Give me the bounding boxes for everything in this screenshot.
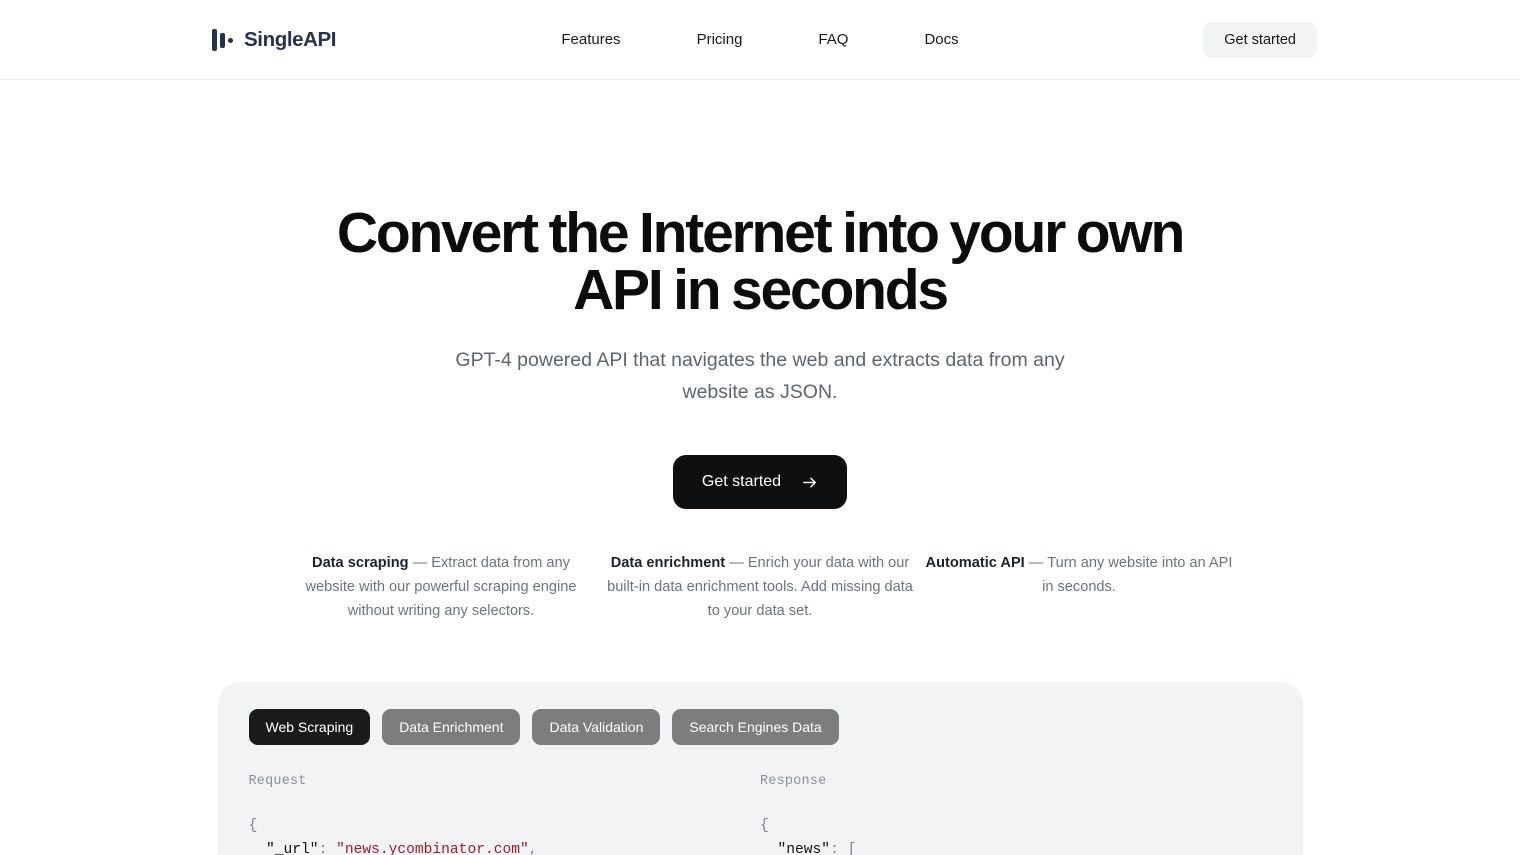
response-code: { "news": [ { "title": "The 2022 State o… bbox=[760, 817, 857, 855]
nav-item-pricing[interactable]: Pricing bbox=[697, 23, 743, 56]
response-label: Response bbox=[760, 773, 827, 789]
hero-section: Convert the Internet into your own API i… bbox=[0, 80, 1520, 510]
tab-web-scraping[interactable]: Web Scraping bbox=[248, 708, 371, 745]
nav-item-docs[interactable]: Docs bbox=[924, 23, 958, 56]
demo-tabs: Web Scraping Data Enrichment Data Valida… bbox=[248, 708, 1272, 745]
tab-data-enrichment[interactable]: Data Enrichment bbox=[382, 708, 521, 745]
feature-blurbs: Data scraping — Extract data from any we… bbox=[0, 552, 1520, 624]
arrow-right-icon bbox=[801, 474, 818, 491]
request-code: { "_url": "news.ycombinator.com", "news"… bbox=[248, 817, 538, 855]
header-get-started-button[interactable]: Get started bbox=[1203, 21, 1317, 58]
nav-item-features[interactable]: Features bbox=[561, 23, 620, 56]
feature-dash: — bbox=[1024, 555, 1048, 572]
hero-title: Convert the Internet into your own API i… bbox=[336, 201, 1185, 322]
hero-subtitle: GPT-4 powered API that navigates the web… bbox=[455, 349, 1065, 403]
feature-dash: — bbox=[408, 555, 432, 572]
request-label: Request bbox=[248, 773, 307, 789]
nav-item-faq[interactable]: FAQ bbox=[818, 23, 848, 56]
feature-title: Data enrichment bbox=[610, 555, 726, 572]
feature-data-enrichment: Data enrichment — Enrich your data with … bbox=[606, 552, 915, 624]
request-column: Request { "_url": "news.ycombinator.com"… bbox=[249, 774, 761, 855]
hero-get-started-button[interactable]: Get started bbox=[672, 455, 848, 510]
tab-data-validation[interactable]: Data Validation bbox=[532, 708, 661, 745]
site-header: SingleAPI Features Pricing FAQ Docs Get … bbox=[0, 0, 1520, 80]
code-columns: Request { "_url": "news.ycombinator.com"… bbox=[249, 774, 1272, 855]
hero-cta-label: Get started bbox=[701, 473, 782, 491]
feature-title: Data scraping bbox=[312, 555, 409, 572]
tab-search-engines-data[interactable]: Search Engines Data bbox=[672, 708, 839, 745]
page-main: Convert the Internet into your own API i… bbox=[0, 80, 1520, 855]
feature-automatic-api: Automatic API — Turn any website into an… bbox=[925, 552, 1234, 624]
hero-cta-wrapper: Get started bbox=[0, 455, 1520, 510]
demo-panel: Web Scraping Data Enrichment Data Valida… bbox=[217, 681, 1303, 855]
feature-body: Turn any website into an API in seconds. bbox=[1042, 555, 1233, 596]
feature-title: Automatic API bbox=[925, 555, 1025, 572]
feature-data-scraping: Data scraping — Extract data from any we… bbox=[287, 552, 596, 624]
feature-dash: — bbox=[725, 555, 748, 572]
response-column: Response { "news": [ { "title": "The 202… bbox=[760, 774, 1272, 855]
